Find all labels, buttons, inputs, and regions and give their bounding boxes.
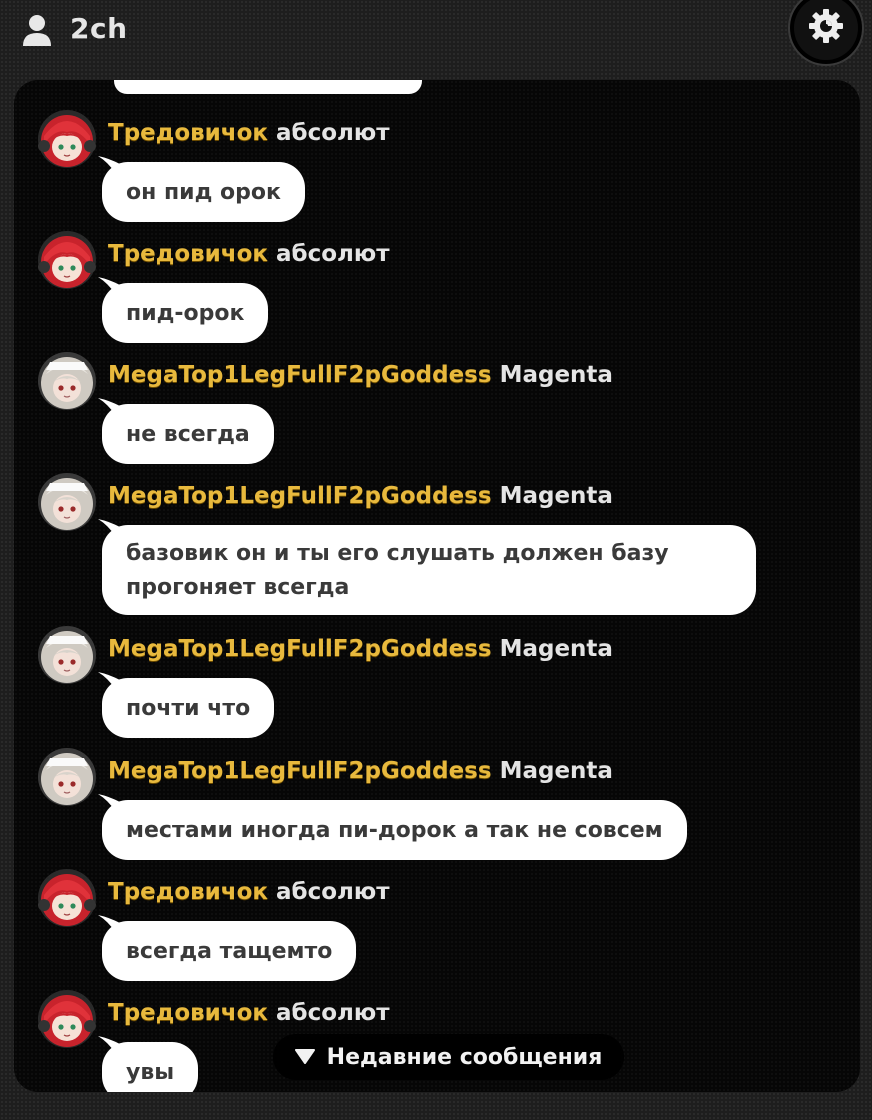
message-bubble: местами иногда пи-дорок а так не совсем (102, 800, 687, 860)
avatar[interactable] (38, 110, 96, 168)
message-bubble: не всегда (102, 404, 274, 464)
user-tag: абсолют (276, 120, 390, 146)
username[interactable]: Тредовичок (108, 1000, 268, 1026)
top-bar: 2ch (0, 0, 872, 68)
user-tag: абсолют (276, 1000, 390, 1026)
avatar[interactable] (38, 626, 96, 684)
partial-message-bubble (114, 80, 422, 94)
message-bubble: увы (102, 1042, 199, 1092)
username[interactable]: Тредовичок (108, 879, 268, 905)
message-bubble: почти что (102, 678, 275, 738)
gear-icon (806, 6, 846, 50)
user-icon[interactable] (20, 12, 54, 48)
chat-panel[interactable]: Тредовичок абсолют он пид орок Тредовичок… (14, 80, 860, 1092)
settings-button[interactable] (788, 0, 864, 66)
channel-title: 2ch (70, 12, 128, 45)
avatar[interactable] (38, 231, 96, 289)
user-tag: Magenta (499, 483, 613, 509)
avatar[interactable] (38, 869, 96, 927)
message-bubble: всегда тащемто (102, 921, 357, 981)
triangle-down-icon (294, 1045, 315, 1070)
avatar[interactable] (38, 990, 96, 1048)
username[interactable]: MegaTop1LegFullF2pGoddess (108, 758, 492, 784)
user-tag: Magenta (499, 362, 613, 388)
avatar[interactable] (38, 473, 96, 531)
user-tag: абсолют (276, 241, 390, 267)
recent-messages-button[interactable]: Недавние сообщения (273, 1034, 624, 1080)
username[interactable]: MegaTop1LegFullF2pGoddess (108, 636, 492, 662)
username[interactable]: MegaTop1LegFullF2pGoddess (108, 362, 492, 388)
user-tag: Magenta (499, 758, 613, 784)
username[interactable]: Тредовичок (108, 241, 268, 267)
message-bubble: базовик он и ты его слушать должен базу … (102, 525, 756, 615)
user-tag: абсолют (276, 879, 390, 905)
username[interactable]: MegaTop1LegFullF2pGoddess (108, 483, 492, 509)
avatar[interactable] (38, 748, 96, 806)
message-bubble: он пид орок (102, 162, 305, 222)
username[interactable]: Тредовичок (108, 120, 268, 146)
message-bubble: пид-орок (102, 283, 269, 343)
avatar[interactable] (38, 352, 96, 410)
user-tag: Magenta (499, 636, 613, 662)
recent-messages-label: Недавние сообщения (326, 1044, 603, 1070)
